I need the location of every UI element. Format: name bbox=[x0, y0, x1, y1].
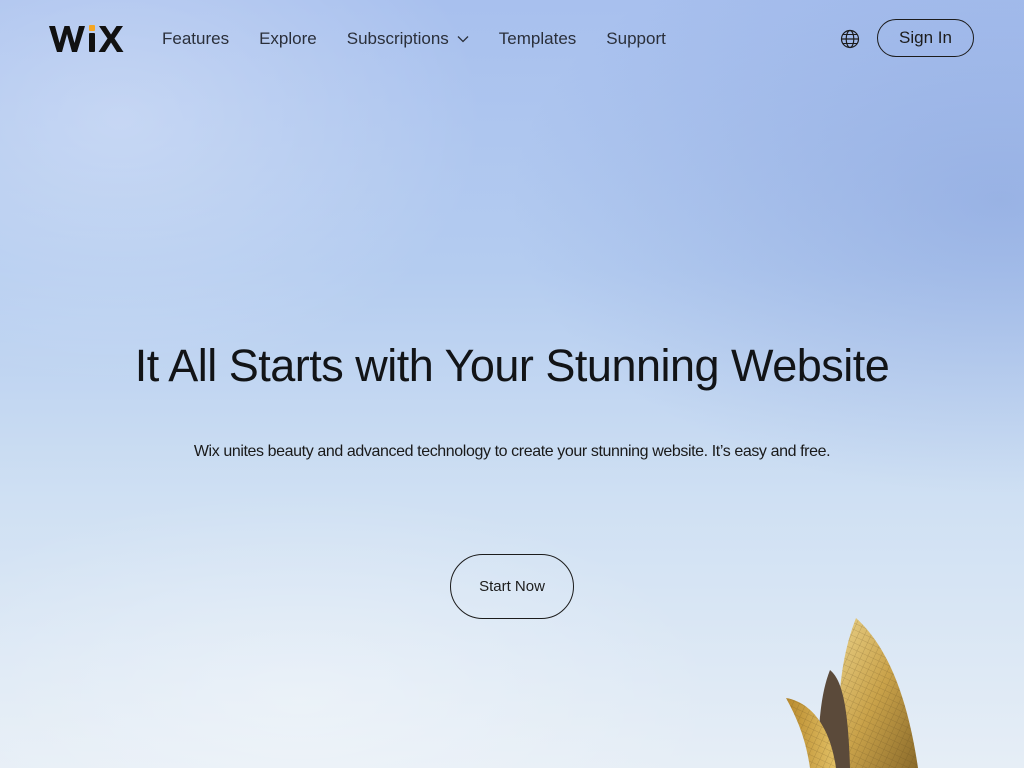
start-now-label: Start Now bbox=[479, 578, 545, 595]
sign-in-label: Sign In bbox=[899, 28, 952, 47]
site-header: Features Explore Subscriptions Templates… bbox=[0, 0, 1024, 80]
main-nav: Features Explore Subscriptions Templates… bbox=[162, 29, 696, 49]
start-now-button[interactable]: Start Now bbox=[450, 554, 574, 619]
building-image bbox=[786, 618, 918, 768]
nav-subscriptions[interactable]: Subscriptions bbox=[347, 29, 469, 49]
nav-support[interactable]: Support bbox=[606, 29, 666, 49]
nav-label: Features bbox=[162, 29, 230, 48]
nav-explore[interactable]: Explore bbox=[259, 29, 317, 49]
nav-features[interactable]: Features bbox=[162, 29, 229, 49]
globe-icon[interactable] bbox=[839, 28, 861, 50]
sign-in-button[interactable]: Sign In bbox=[877, 19, 974, 57]
nav-templates[interactable]: Templates bbox=[499, 29, 576, 49]
chevron-down-icon bbox=[457, 36, 469, 43]
nav-label: Support bbox=[606, 29, 666, 48]
hero-subtitle: Wix unites beauty and advanced technolog… bbox=[193, 443, 831, 460]
hero-title: It All Starts with Your Stunning Website bbox=[134, 340, 890, 391]
nav-label: Subscriptions bbox=[346, 29, 449, 48]
wix-logo[interactable] bbox=[48, 22, 124, 56]
nav-label: Templates bbox=[498, 29, 577, 48]
nav-label: Explore bbox=[259, 29, 317, 48]
